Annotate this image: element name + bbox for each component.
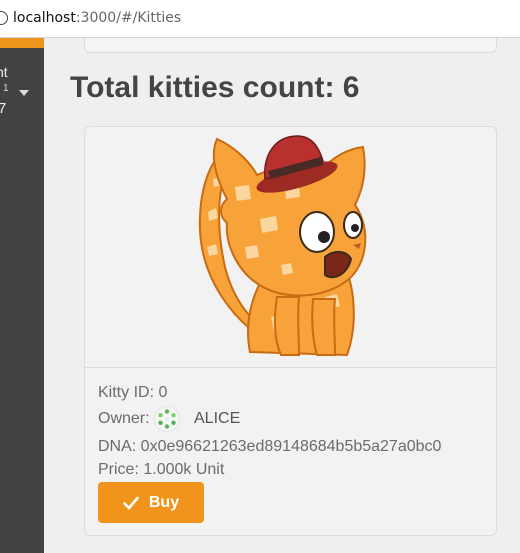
account-sub-label: 1 [3,83,9,94]
buy-button[interactable]: Buy [98,482,204,523]
url-host: localhost [13,10,76,26]
kitty-id: Kitty ID: 0 [98,384,168,401]
account-name: nt [0,64,8,80]
account-number: 7 [0,100,7,117]
previous-card [84,38,497,53]
sidebar-accent-bar [0,38,44,48]
owner-label: Owner: [98,410,150,427]
main-content: Total kitties count: 6 Kitty ID: 0 Owner… [44,38,520,553]
dropdown-caret-icon[interactable] [19,90,29,96]
url-text[interactable]: localhost:3000/#/Kitties [13,10,181,26]
kitty-image [198,135,367,357]
card-divider [85,367,496,368]
site-info-icon[interactable] [0,11,8,25]
browser-address-bar[interactable]: localhost:3000/#/Kitties [0,0,520,38]
url-path: :3000/#/Kitties [75,10,182,26]
kitty-card: Kitty ID: 0 Owner: ALICE DNA: 0x0e966212… [84,126,497,536]
owner-name: ALICE [194,410,241,427]
page-title: Total kitties count: 6 [70,71,360,104]
kitty-price: Price: 1.000k Unit [98,461,225,478]
buy-button-label: Buy [148,493,180,511]
sidebar: nt 1 7 [0,38,44,553]
identicon-avatar [154,406,180,432]
checkmark-icon [123,496,139,509]
kitty-dna: DNA: 0x0e96621263ed89148684b5b5a27a0bc0 [98,438,442,455]
